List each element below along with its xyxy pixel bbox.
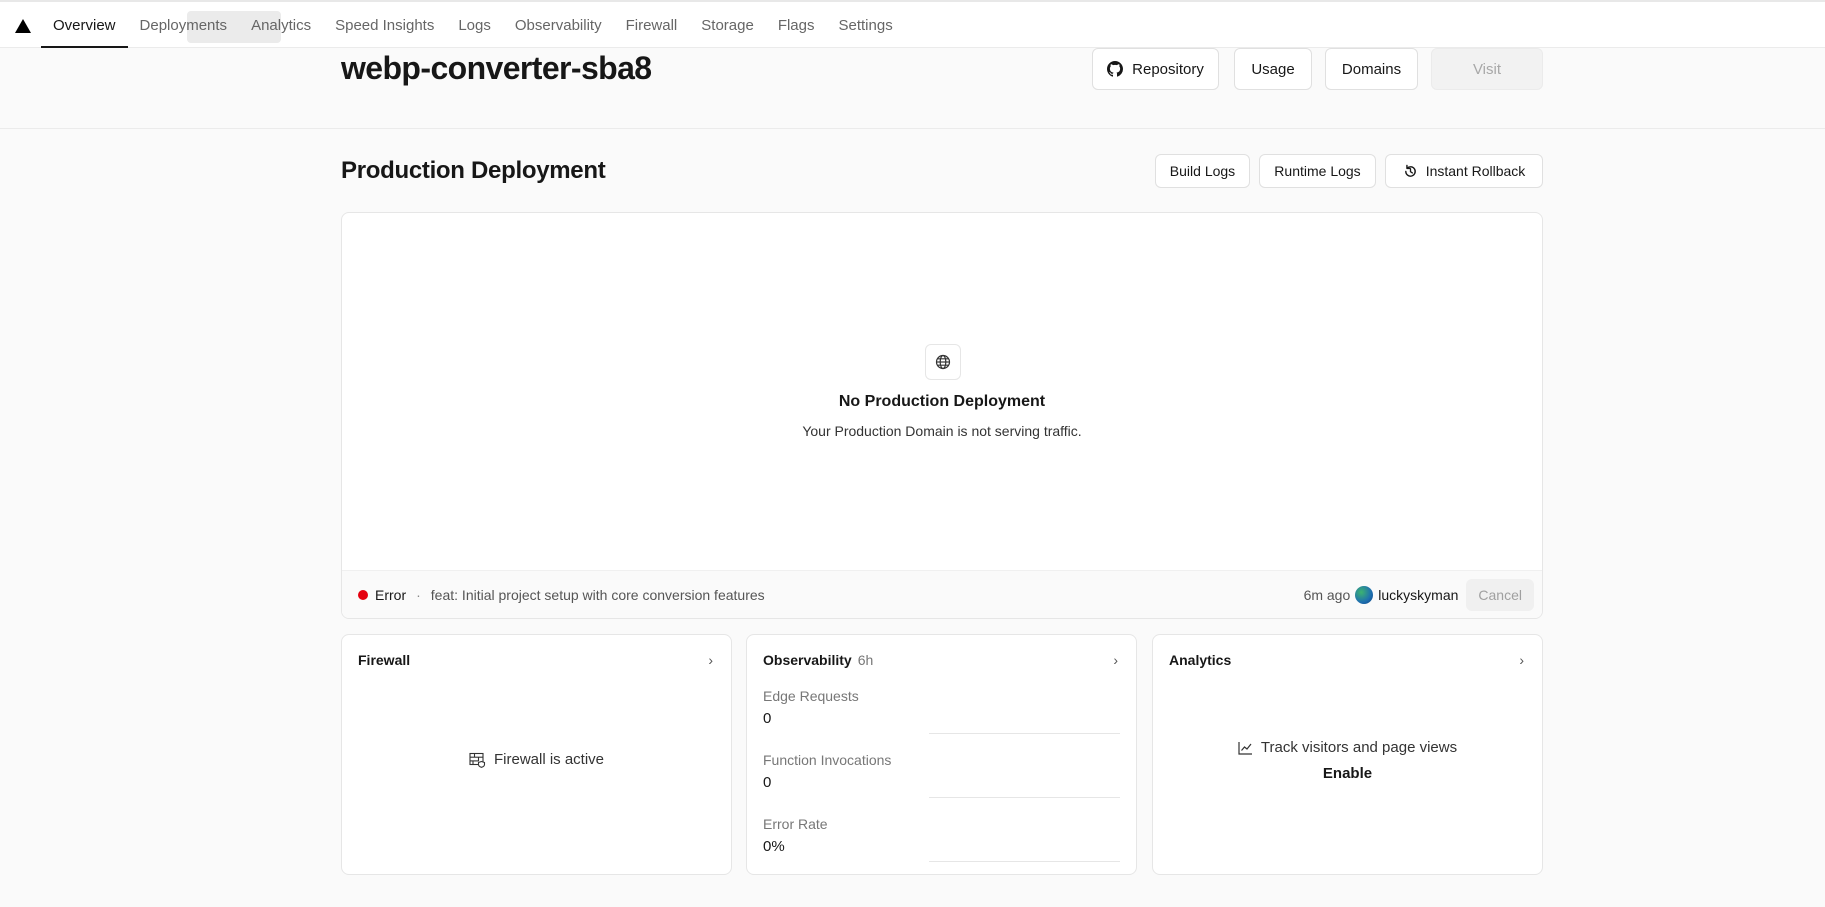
metric-sparkline xyxy=(929,733,1120,734)
metric-error-rate: Error Rate 0% xyxy=(763,816,1120,862)
chevron-right-icon[interactable]: › xyxy=(1113,652,1118,668)
visit-button[interactable]: Visit xyxy=(1431,48,1543,90)
observability-card-title: Observability 6h xyxy=(763,652,873,668)
top-navigation: Overview Deployments Analytics Speed Ins… xyxy=(0,0,1825,48)
rollback-icon xyxy=(1404,164,1416,177)
triangle-logo-icon[interactable] xyxy=(14,18,32,34)
repository-button[interactable]: Repository xyxy=(1092,48,1219,90)
metric-label: Edge Requests xyxy=(763,688,859,704)
runtime-logs-button[interactable]: Runtime Logs xyxy=(1259,154,1376,188)
deployment-status: Error xyxy=(375,586,407,603)
tab-overview[interactable]: Overview xyxy=(41,2,128,48)
analytics-card-title: Analytics xyxy=(1169,652,1232,668)
repository-label: Repository xyxy=(1132,60,1204,78)
observability-period: 6h xyxy=(857,652,874,668)
deployment-meta: 6m ago luckyskyman Cancel xyxy=(1303,578,1534,611)
metric-value: 0% xyxy=(763,838,785,855)
empty-state-subtitle: Your Production Domain is not serving tr… xyxy=(802,423,1082,439)
github-icon xyxy=(1107,61,1124,77)
tab-speed-insights[interactable]: Speed Insights xyxy=(323,2,446,48)
deployment-time: 6m ago xyxy=(1303,586,1351,603)
empty-state-icon-box xyxy=(925,344,961,380)
domains-button[interactable]: Domains xyxy=(1325,48,1418,90)
globe-icon xyxy=(935,354,951,370)
instant-rollback-label: Instant Rollback xyxy=(1425,163,1526,179)
line-chart-icon xyxy=(1238,741,1252,755)
tab-bar: Overview Deployments Analytics Speed Ins… xyxy=(41,2,905,48)
avatar xyxy=(1355,585,1374,604)
cancel-button[interactable]: Cancel xyxy=(1466,578,1534,611)
analytics-card[interactable]: Analytics › Track visitors and page view… xyxy=(1152,634,1543,875)
tab-observability[interactable]: Observability xyxy=(503,2,614,48)
firewall-card[interactable]: Firewall › Firewall is active xyxy=(341,634,732,875)
deployment-status-bar: Error · feat: Initial project setup with… xyxy=(342,570,1542,618)
chevron-right-icon[interactable]: › xyxy=(708,652,713,668)
metric-label: Error Rate xyxy=(763,816,828,832)
project-header: webp-converter-sba8 Repository Usage Dom… xyxy=(0,48,1825,129)
analytics-description: Track visitors and page views xyxy=(1260,739,1458,756)
enable-analytics-button[interactable]: Enable xyxy=(1153,765,1542,782)
observability-title: Observability xyxy=(763,652,852,668)
build-logs-button[interactable]: Build Logs xyxy=(1155,154,1250,188)
empty-state-title: No Production Deployment xyxy=(838,393,1046,410)
usage-button[interactable]: Usage xyxy=(1234,48,1312,90)
analytics-description-row: Track visitors and page views xyxy=(1153,739,1542,756)
status-separator: · xyxy=(416,586,421,603)
metric-label: Function Invocations xyxy=(763,752,892,768)
tab-analytics[interactable]: Analytics xyxy=(239,2,323,48)
firewall-status-text: Firewall is active xyxy=(493,751,605,768)
firewall-icon xyxy=(469,752,486,768)
metric-value: 0 xyxy=(763,710,772,727)
firewall-card-title: Firewall xyxy=(358,652,411,668)
metric-value: 0 xyxy=(763,774,772,791)
section-title: Production Deployment xyxy=(341,157,606,184)
metric-function-invocations: Function Invocations 0 xyxy=(763,752,1120,798)
tab-flags[interactable]: Flags xyxy=(766,2,827,48)
metric-sparkline xyxy=(929,797,1120,798)
project-title: webp-converter-sba8 xyxy=(341,50,652,86)
tab-settings[interactable]: Settings xyxy=(827,2,905,48)
status-indicator-dot xyxy=(358,589,368,600)
author-name[interactable]: luckyskyman xyxy=(1378,587,1458,603)
commit-message[interactable]: feat: Initial project setup with core co… xyxy=(431,587,765,603)
observability-card[interactable]: Observability 6h › Edge Requests 0 Functi… xyxy=(746,634,1137,875)
metric-sparkline xyxy=(929,861,1120,862)
firewall-status: Firewall is active xyxy=(342,751,731,768)
instant-rollback-button[interactable]: Instant Rollback xyxy=(1385,154,1543,188)
tab-logs[interactable]: Logs xyxy=(446,2,503,48)
tab-firewall[interactable]: Firewall xyxy=(614,2,690,48)
tab-deployments[interactable]: Deployments xyxy=(128,2,240,48)
metric-edge-requests: Edge Requests 0 xyxy=(763,688,1120,734)
chevron-right-icon[interactable]: › xyxy=(1519,652,1524,668)
production-deployment-card: No Production Deployment Your Production… xyxy=(341,212,1543,619)
tab-storage[interactable]: Storage xyxy=(689,2,766,48)
